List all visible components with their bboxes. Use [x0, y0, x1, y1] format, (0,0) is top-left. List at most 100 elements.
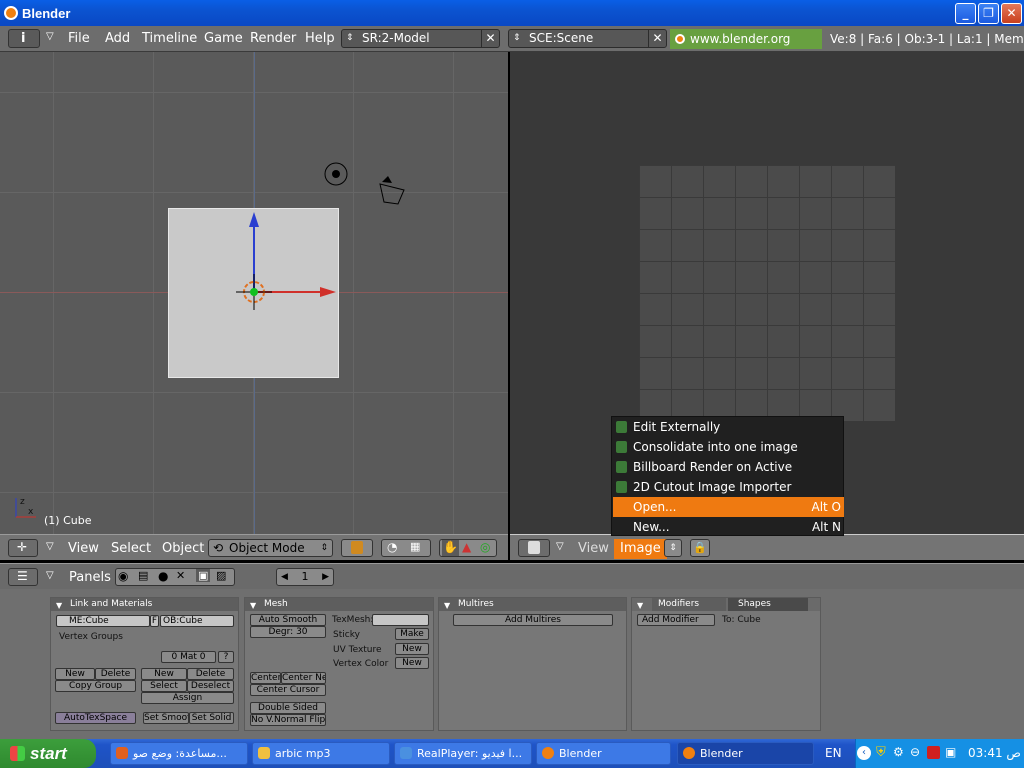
panel-header[interactable]: ▼ Link and Materials — [51, 598, 238, 611]
frame-number-field[interactable]: ◀ 1 ▶ — [276, 568, 334, 586]
menu-item-consolidate[interactable]: Consolidate into one image — [613, 437, 844, 457]
material-deselect-button[interactable]: Deselect — [187, 680, 234, 692]
degree-field[interactable]: Degr: 30 — [250, 626, 326, 638]
window-type-button[interactable]: i — [8, 29, 40, 48]
manipulator-buttons[interactable]: ✋ ▲ ◎ — [439, 539, 497, 557]
menu-add[interactable]: Add — [105, 31, 130, 46]
context-buttons[interactable]: ◉ ▤ ● ✕ ▣ ▨ — [115, 568, 235, 586]
panel-header[interactable]: ▼ Mesh — [245, 598, 433, 611]
task-realplayer[interactable]: RealPlayer: ا فيديو... — [394, 742, 532, 765]
clock[interactable]: 03:41 ص — [968, 746, 1021, 760]
language-indicator[interactable]: EN — [825, 746, 842, 760]
fake-user-button[interactable]: F — [150, 615, 159, 627]
center-new-button[interactable]: Center New — [281, 672, 326, 684]
object-name-field[interactable]: OB:Cube — [160, 615, 234, 627]
add-modifier-menu[interactable]: Add Modifier — [637, 614, 715, 626]
material-index-field[interactable]: 0 Mat 0 — [161, 651, 216, 663]
shading-icon[interactable]: ● — [158, 569, 168, 583]
menu-item-edit-externally[interactable]: Edit Externally — [613, 417, 844, 437]
menu-item-billboard-render[interactable]: Billboard Render on Active — [613, 457, 844, 477]
editing-icon[interactable]: ▣ — [196, 569, 211, 582]
task-arbic-mp3[interactable]: arbic mp3 — [252, 742, 390, 765]
mesh-datablock-field[interactable]: ME:Cube — [56, 615, 150, 627]
panels-label[interactable]: Panels — [69, 570, 111, 585]
pivot-button[interactable]: ◔ ▦ — [381, 539, 431, 557]
center-button[interactable]: Center — [250, 672, 281, 684]
editor-type-button[interactable] — [518, 539, 550, 557]
menu-select[interactable]: Select — [111, 541, 151, 556]
collapse-menu-icon[interactable]: ▽ — [46, 570, 54, 581]
no-vnormal-flip-toggle[interactable]: No V.Normal Flip — [250, 714, 326, 726]
tab-modifiers[interactable]: Modifiers — [652, 598, 726, 611]
display-icon[interactable]: ▣ — [945, 745, 956, 759]
scene-icon[interactable]: ▨ — [216, 569, 226, 582]
collapse-icon[interactable]: ▼ — [637, 599, 643, 612]
volume-icon[interactable]: ⊖ — [910, 745, 920, 759]
menu-item-open[interactable]: Open... Alt O — [613, 497, 844, 517]
menu-object[interactable]: Object — [162, 541, 204, 556]
menu-item-new[interactable]: New... Alt N — [613, 517, 844, 537]
menu-timeline[interactable]: Timeline — [142, 31, 197, 46]
menu-file[interactable]: File — [68, 31, 90, 46]
restore-button[interactable]: ❐ — [978, 3, 999, 24]
editor-type-button[interactable]: ☰ — [8, 568, 38, 586]
logic-icon[interactable]: ◉ — [118, 569, 128, 583]
browse-image-button[interactable]: ⇕ — [664, 539, 682, 557]
texmesh-field[interactable] — [372, 614, 429, 626]
draw-type-button[interactable] — [341, 539, 373, 557]
menu-help[interactable]: Help — [305, 31, 335, 46]
close-button[interactable]: ✕ — [1001, 3, 1022, 24]
delete-screen-icon[interactable]: ✕ — [481, 30, 499, 47]
autotexspace-toggle[interactable]: AutoTexSpace — [55, 712, 136, 724]
menu-render[interactable]: Render — [250, 31, 296, 46]
script-tab-icon[interactable]: ▤ — [138, 569, 148, 582]
start-button[interactable]: start — [0, 739, 96, 768]
minimize-button[interactable]: _ — [955, 3, 976, 24]
center-cursor-button[interactable]: Center Cursor — [250, 684, 326, 696]
auto-smooth-toggle[interactable]: Auto Smooth — [250, 614, 326, 626]
collapse-icon[interactable]: ▼ — [250, 599, 256, 612]
delete-scene-icon[interactable]: ✕ — [648, 30, 666, 47]
material-query-button[interactable]: ? — [218, 651, 234, 663]
task-blender-2[interactable]: Blender — [677, 742, 814, 765]
menu-view[interactable]: View — [68, 541, 99, 556]
chevron-left-icon[interactable]: ‹ — [857, 746, 871, 760]
lock-icon[interactable]: 🔒 — [690, 539, 710, 557]
hand-icon[interactable]: ✋ — [442, 540, 459, 556]
translate-icon[interactable]: ▲ — [462, 540, 471, 554]
x-arrow-head[interactable] — [320, 287, 336, 297]
collapse-menu-icon[interactable]: ▽ — [46, 31, 54, 42]
task-firefox[interactable]: مساعدة: وضع صو... — [110, 742, 248, 765]
camera-icon[interactable] — [379, 183, 405, 205]
vertex-color-new-button[interactable]: New — [395, 657, 429, 669]
rotate-icon[interactable]: ◎ — [480, 540, 490, 554]
add-multires-button[interactable]: Add Multires — [453, 614, 613, 626]
transform-manipulator[interactable]: z x — [0, 52, 508, 534]
menu-image[interactable]: Image — [614, 539, 667, 559]
object-icon[interactable]: ✕ — [176, 569, 185, 582]
material-assign-button[interactable]: Assign — [141, 692, 234, 704]
screen-selector[interactable]: ⇕ SR:2-Model ✕ — [341, 29, 500, 48]
collapse-icon[interactable]: ▼ — [444, 599, 450, 612]
copy-group-button[interactable]: Copy Group — [55, 680, 136, 692]
set-smooth-button[interactable]: Set Smooth — [143, 712, 189, 724]
sticky-make-button[interactable]: Make — [395, 628, 429, 640]
uv-texture-new-button[interactable]: New — [395, 643, 429, 655]
menu-view[interactable]: View — [578, 541, 609, 556]
vgroup-delete-button[interactable]: Delete — [95, 668, 136, 680]
panel-header[interactable]: ▼ Multires — [439, 598, 626, 611]
menu-item-2d-cutout[interactable]: 2D Cutout Image Importer — [613, 477, 844, 497]
tab-shapes[interactable]: Shapes — [728, 598, 808, 611]
task-blender-1[interactable]: Blender — [536, 742, 671, 765]
material-new-button[interactable]: New — [141, 668, 187, 680]
double-sided-toggle[interactable]: Double Sided — [250, 702, 326, 714]
editor-type-button[interactable]: ✛ — [8, 539, 38, 557]
material-select-button[interactable]: Select — [141, 680, 187, 692]
vgroup-new-button[interactable]: New — [55, 668, 95, 680]
collapse-menu-icon[interactable]: ▽ — [556, 541, 564, 552]
shield-icon[interactable]: ⛨ — [876, 745, 886, 760]
set-solid-button[interactable]: Set Solid — [189, 712, 234, 724]
3d-viewport[interactable]: z x (1) Cube — [0, 52, 508, 534]
mode-selector[interactable]: ⟲ Object Mode ⇕ — [208, 539, 333, 557]
network-icon[interactable]: ⚙ — [893, 745, 904, 759]
